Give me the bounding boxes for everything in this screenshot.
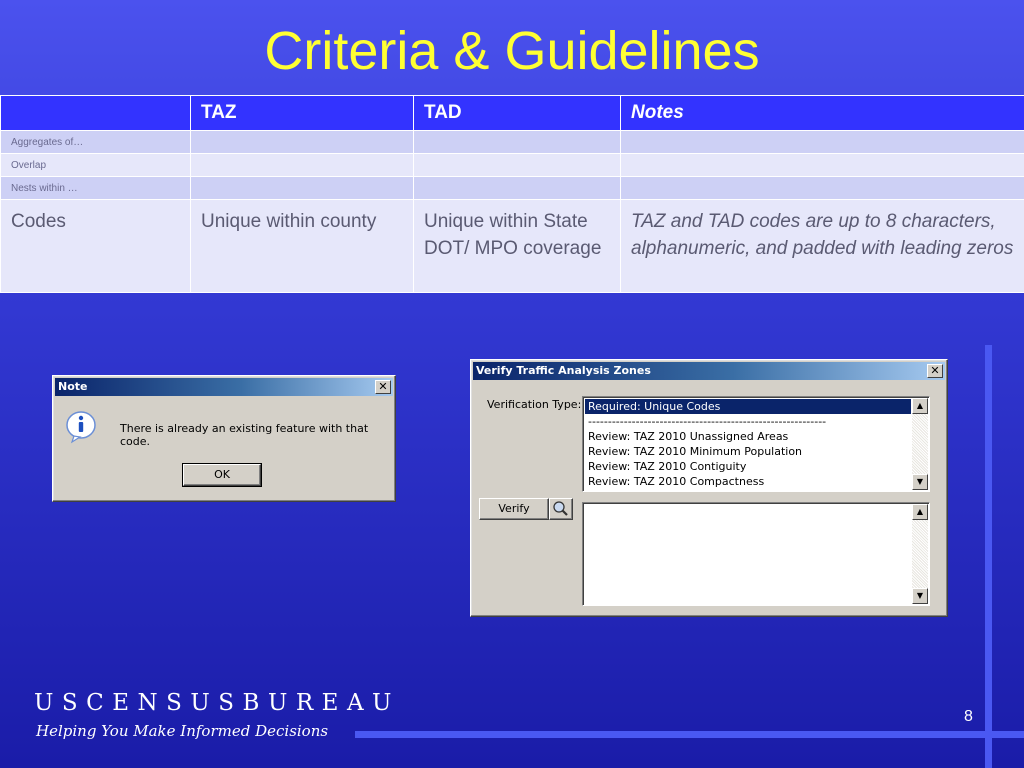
scroll-up-icon[interactable]: ▲ — [912, 398, 928, 414]
verify-output-box[interactable]: ▲ ▼ — [582, 502, 930, 606]
cell-tad — [413, 176, 621, 200]
list-scrollbar[interactable]: ▲ ▼ — [912, 398, 928, 490]
row-label: Aggregates of… — [0, 130, 191, 154]
verification-type-label: Verification Type: — [487, 398, 582, 411]
cell-taz — [190, 153, 414, 177]
cell-tad — [413, 130, 621, 154]
header-taz: TAZ — [190, 95, 414, 131]
list-item[interactable]: ----------------------------------------… — [585, 414, 911, 429]
table-header-row: TAZ TAD Notes — [0, 95, 1024, 131]
page-number: 8 — [964, 708, 973, 725]
verify-button[interactable]: Verify — [479, 498, 549, 520]
cell-notes — [620, 153, 1024, 177]
table-row: Overlap — [0, 153, 1024, 177]
criteria-table: TAZ TAD Notes Aggregates of… Overlap Nes… — [0, 95, 1024, 293]
scroll-down-icon[interactable]: ▼ — [912, 474, 928, 490]
footer-tagline: Helping You Make Informed Decisions — [36, 722, 329, 740]
table-row: Nests within … — [0, 176, 1024, 200]
close-icon: ✕ — [378, 380, 388, 393]
info-icon — [66, 411, 96, 444]
row-label: Nests within … — [0, 176, 191, 200]
note-titlebar[interactable]: Note ✕ — [55, 378, 393, 396]
row-label: Codes — [0, 199, 191, 293]
verify-title: Verify Traffic Analysis Zones — [476, 364, 651, 377]
verify-titlebar[interactable]: Verify Traffic Analysis Zones ✕ — [473, 362, 945, 380]
note-title: Note — [58, 380, 88, 393]
magnifier-icon — [553, 501, 568, 516]
cell-tad — [413, 153, 621, 177]
ok-button[interactable]: OK — [182, 463, 262, 487]
verify-dialog: Verify Traffic Analysis Zones ✕ Verifica… — [470, 359, 948, 617]
side-divider — [985, 345, 992, 768]
note-message: There is already an existing feature wit… — [120, 422, 369, 448]
header-empty — [0, 95, 191, 131]
verification-type-list[interactable]: Required: Unique Codes -----------------… — [582, 396, 930, 492]
cell-notes — [620, 176, 1024, 200]
note-dialog: Note ✕ There is already an existing feat… — [52, 375, 396, 502]
slide-title: Criteria & Guidelines — [264, 21, 760, 81]
header-notes: Notes — [620, 95, 1024, 131]
close-icon: ✕ — [930, 364, 940, 377]
table-row: Codes Unique within county Unique within… — [0, 199, 1024, 293]
close-button[interactable]: ✕ — [375, 380, 391, 394]
output-scrollbar[interactable]: ▲ ▼ — [912, 504, 928, 604]
scroll-down-icon[interactable]: ▼ — [912, 588, 928, 604]
row-label: Overlap — [0, 153, 191, 177]
footer-divider — [355, 731, 1024, 738]
cell-notes — [620, 130, 1024, 154]
list-item[interactable]: Review: TAZ 2010 Unassigned Areas — [585, 429, 911, 444]
close-button[interactable]: ✕ — [927, 364, 943, 378]
table-row: Aggregates of… — [0, 130, 1024, 154]
cell-taz — [190, 130, 414, 154]
census-bureau-logo: USCENSUSBUREAU — [34, 690, 400, 716]
cell-notes: TAZ and TAD codes are up to 8 characters… — [620, 199, 1024, 293]
header-tad: TAD — [413, 95, 621, 131]
cell-taz — [190, 176, 414, 200]
cell-tad: Unique within State DOT/ MPO coverage — [413, 199, 621, 293]
scroll-up-icon[interactable]: ▲ — [912, 504, 928, 520]
list-item[interactable]: Required: Unique Codes — [585, 399, 911, 414]
list-item[interactable]: Review: TAZ 2010 Compactness — [585, 474, 911, 489]
list-item[interactable]: Review: TAZ 2010 Minimum Population — [585, 444, 911, 459]
list-item[interactable]: Review: TAZ 2010 Contiguity — [585, 459, 911, 474]
cell-taz: Unique within county — [190, 199, 414, 293]
zoom-button[interactable] — [549, 498, 573, 520]
